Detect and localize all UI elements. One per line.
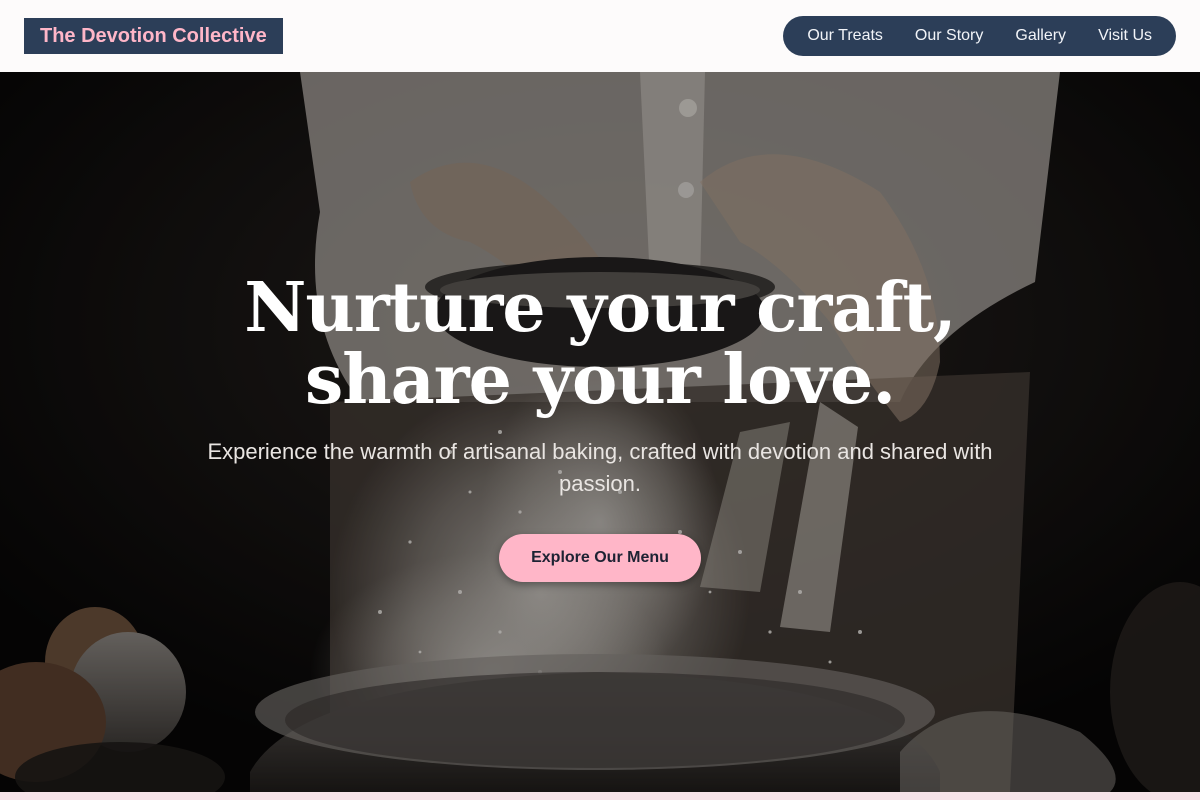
nav-link-gallery[interactable]: Gallery [999,16,1082,56]
site-header: The Devotion Collective Our Treats Our S… [0,0,1200,72]
nav-link-our-story[interactable]: Our Story [899,16,999,56]
hero-section: Nurture your craft, share your love. Exp… [0,72,1200,792]
section-divider [0,792,1200,800]
main-nav: Our Treats Our Story Gallery Visit Us [783,16,1176,56]
hero-title: Nurture your craft, share your love. [244,268,956,420]
explore-menu-button[interactable]: Explore Our Menu [499,534,701,582]
hero-content: Nurture your craft, share your love. Exp… [0,272,1200,582]
nav-link-visit-us[interactable]: Visit Us [1082,16,1168,56]
hero-subtitle: Experience the warmth of artisanal bakin… [207,439,993,496]
brand-logo-link[interactable]: The Devotion Collective [24,18,283,54]
nav-link-our-treats[interactable]: Our Treats [791,16,899,56]
